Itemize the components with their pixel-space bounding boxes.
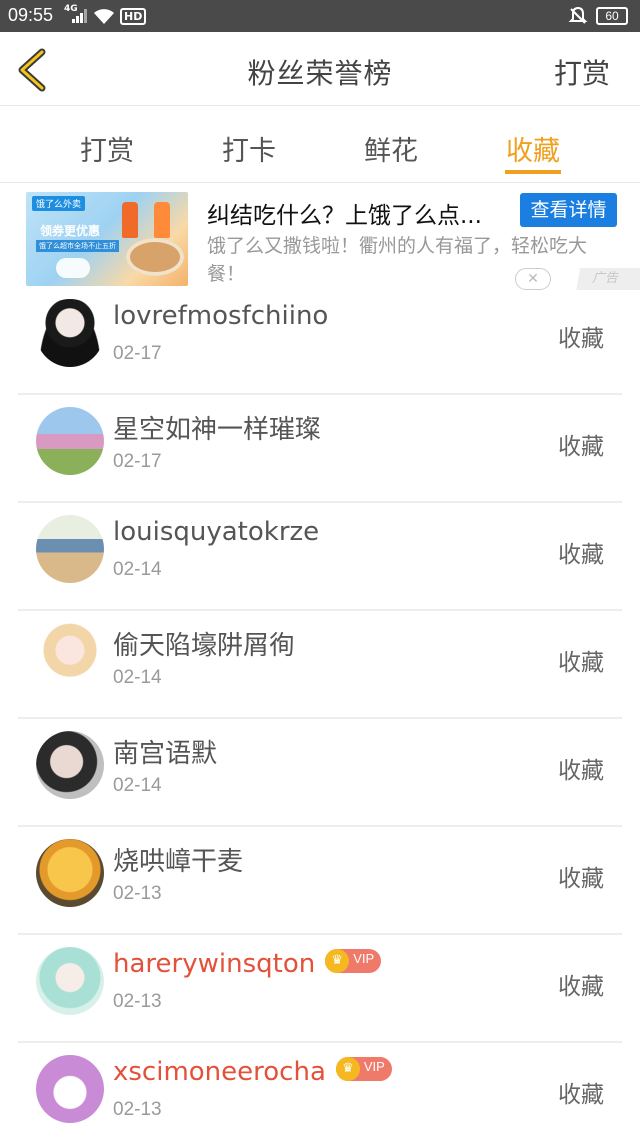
- list-item[interactable]: xscimoneerocha ♛ VIP 02-13 收藏: [18, 1043, 622, 1138]
- fan-date: 02-13: [113, 1099, 162, 1120]
- avatar[interactable]: [36, 731, 104, 799]
- list-item[interactable]: louisquyatokrze 02-14 收藏: [18, 503, 622, 611]
- app-header: 粉丝荣誉榜 打赏: [0, 32, 640, 106]
- crown-icon: ♛: [335, 1056, 360, 1081]
- ad-detail-button[interactable]: 查看详情: [520, 193, 617, 227]
- vip-badge: ♛ VIP: [335, 1056, 392, 1081]
- vip-label: VIP: [353, 950, 375, 966]
- fan-action-label: 收藏: [558, 974, 604, 1000]
- avatar[interactable]: [36, 947, 104, 1015]
- fan-action-label: 收藏: [558, 866, 604, 892]
- ad-image[interactable]: 饿了么外卖 领券更优惠 饿了么超市全场不止五折: [26, 192, 188, 286]
- fan-date: 02-17: [113, 343, 162, 364]
- fan-date: 02-13: [113, 991, 162, 1012]
- reward-button[interactable]: 打赏: [554, 52, 610, 92]
- tab-flowers[interactable]: 鲜花: [364, 129, 418, 168]
- list-item[interactable]: 烧哄嶂干麦 02-13 收藏: [18, 827, 622, 935]
- fan-name: 偷天陷壕阱屑徇: [113, 631, 296, 661]
- avatar[interactable]: [36, 1055, 104, 1123]
- ad-title[interactable]: 纠结吃什么？上饿了么点...: [207, 196, 517, 230]
- fan-action-label: 收藏: [558, 326, 604, 352]
- fan-action-label: 收藏: [558, 1082, 604, 1108]
- fan-name: louisquyatokrze: [113, 517, 320, 547]
- list-item[interactable]: 偷天陷壕阱屑徇 02-14 收藏: [18, 611, 622, 719]
- avatar[interactable]: [36, 407, 104, 475]
- mascot-icon: [56, 258, 90, 278]
- tab-checkin[interactable]: 打卡: [222, 129, 276, 168]
- vip-badge: ♛ VIP: [325, 948, 382, 973]
- status-bar: 09:55 4G HD 60: [0, 0, 640, 32]
- fan-name: 烧哄嶂干麦: [113, 847, 244, 877]
- ad-banner[interactable]: 饿了么外卖 领券更优惠 饿了么超市全场不止五折 纠结吃什么？上饿了么点... 查…: [0, 184, 640, 294]
- ad-description: 饿了么又撒钱啦！衢州的人有福了，轻松吃大餐！: [207, 235, 588, 285]
- avatar[interactable]: [36, 839, 104, 907]
- bottle-icon: [122, 202, 138, 238]
- signal-icon: [72, 9, 87, 23]
- list-item[interactable]: 星空如神一样璀璨 02-17 收藏: [18, 395, 622, 503]
- list-item[interactable]: 南宫语默 02-14 收藏: [18, 719, 622, 827]
- avatar[interactable]: [36, 515, 104, 583]
- vip-label: VIP: [363, 1058, 385, 1074]
- crown-icon: ♛: [325, 948, 350, 973]
- list-item[interactable]: lovrefmosfchiino 02-17 收藏: [18, 287, 622, 395]
- status-time: 09:55: [8, 5, 54, 25]
- fan-name: xscimoneerocha ♛ VIP: [113, 1056, 392, 1087]
- list-item[interactable]: harerywinsqton ♛ VIP 02-13 收藏: [18, 935, 622, 1043]
- avatar[interactable]: [36, 299, 104, 367]
- fan-action-label: 收藏: [558, 542, 604, 568]
- fan-date: 02-14: [113, 775, 162, 796]
- hd-badge: HD: [120, 8, 147, 25]
- fan-date: 02-17: [113, 451, 162, 472]
- ad-image-subtext: 饿了么超市全场不止五折: [36, 240, 119, 252]
- fan-date: 02-14: [113, 559, 162, 580]
- ad-image-coupon: 领券更优惠: [40, 224, 101, 238]
- food-plate-icon: [126, 238, 184, 276]
- bell-mute-icon: [568, 6, 588, 24]
- bottle-icon: [154, 202, 170, 238]
- fan-action-label: 收藏: [558, 758, 604, 784]
- fan-action-label: 收藏: [558, 434, 604, 460]
- fan-name: 星空如神一样璀璨: [113, 415, 322, 445]
- page-title: 粉丝荣誉榜: [247, 57, 393, 90]
- battery-indicator: 60: [596, 7, 628, 25]
- fan-name: lovrefmosfchiino: [113, 301, 329, 331]
- fan-date: 02-14: [113, 667, 162, 688]
- wifi-icon: [94, 9, 114, 24]
- fan-name-text: harerywinsqton: [113, 949, 316, 979]
- ad-image-brand: 饿了么外卖: [32, 196, 86, 211]
- fan-name: 南宫语默: [113, 739, 218, 769]
- active-tab-indicator: [505, 170, 561, 174]
- fan-name: harerywinsqton ♛ VIP: [113, 948, 382, 979]
- tab-favorites[interactable]: 收藏: [506, 129, 560, 168]
- fan-name-text: xscimoneerocha: [113, 1057, 326, 1087]
- avatar[interactable]: [36, 623, 104, 691]
- fan-action-label: 收藏: [558, 650, 604, 676]
- tab-reward[interactable]: 打赏: [80, 129, 134, 168]
- fan-date: 02-13: [113, 883, 162, 904]
